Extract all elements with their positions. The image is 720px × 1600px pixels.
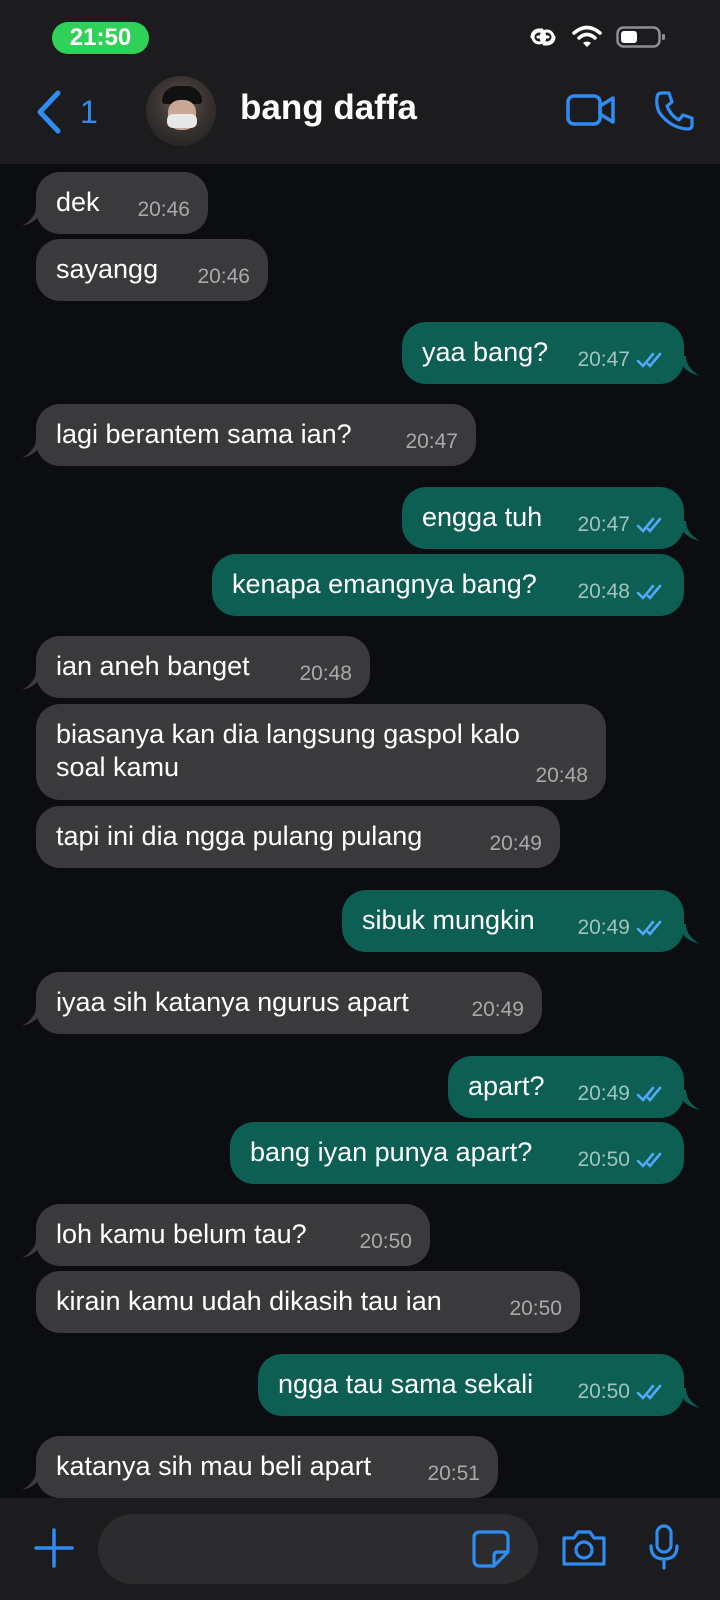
read-receipt-icon: [636, 352, 662, 368]
attach-button[interactable]: [34, 1528, 74, 1573]
message-time: 20:49: [577, 916, 630, 939]
composer-bar: [0, 1498, 720, 1600]
message-incoming[interactable]: tapi ini dia ngga pulang pulang 20:49: [36, 806, 560, 868]
message-incoming[interactable]: katanya sih mau beli apart 20:51: [22, 1436, 498, 1498]
voice-call-button[interactable]: [654, 90, 694, 137]
message-time: 20:46: [137, 198, 190, 221]
phone-icon: [655, 91, 694, 131]
message-time: 20:49: [489, 832, 542, 855]
chevron-left-icon: [37, 90, 61, 134]
message-text: kenapa emangnya bang?: [232, 569, 537, 599]
avatar[interactable]: [146, 76, 216, 146]
message-text: apart?: [468, 1071, 545, 1101]
message-time: 20:47: [405, 430, 458, 453]
message-outgoing[interactable]: bang iyan punya apart? 20:50: [230, 1122, 684, 1184]
message-text: lagi berantem sama ian?: [56, 419, 352, 449]
camera-button[interactable]: [560, 1528, 608, 1573]
status-time: 21:50: [52, 22, 149, 54]
microphone-icon: [649, 1524, 679, 1570]
message-time: 20:49: [471, 998, 524, 1021]
message-text: tapi ini dia ngga pulang pulang: [56, 821, 423, 851]
status-icons: [528, 22, 666, 52]
message-incoming[interactable]: biasanya kan dia langsung gaspol kalo so…: [36, 704, 606, 800]
message-incoming[interactable]: loh kamu belum tau? 20:50: [22, 1204, 430, 1266]
sticker-button[interactable]: [472, 1530, 510, 1573]
chat-header: 1 bang daffa: [0, 72, 720, 164]
message-time: 20:49: [577, 1082, 630, 1105]
status-bar: 21:50: [0, 0, 720, 72]
unread-count: 1: [80, 93, 98, 130]
message-text: yaa bang?: [422, 337, 549, 367]
read-receipt-icon: [636, 1086, 662, 1102]
message-outgoing[interactable]: engga tuh 20:47: [402, 487, 700, 549]
message-incoming[interactable]: sayangg 20:46: [36, 239, 268, 301]
message-outgoing[interactable]: yaa bang? 20:47: [402, 322, 700, 384]
read-receipt-icon: [636, 517, 662, 533]
message-incoming[interactable]: dek 20:46: [22, 172, 208, 234]
message-text: sibuk mungkin: [362, 905, 535, 935]
message-text: sayangg: [56, 254, 159, 284]
message-text: kirain kamu udah dikasih tau ian: [56, 1286, 442, 1316]
message-time: 20:47: [577, 513, 630, 536]
message-time: 20:50: [577, 1380, 630, 1403]
read-receipt-icon: [636, 920, 662, 936]
message-incoming[interactable]: kirain kamu udah dikasih tau ian 20:50: [36, 1271, 580, 1333]
message-time: 20:50: [359, 1230, 412, 1253]
contact-name[interactable]: bang daffa: [240, 88, 417, 128]
message-time: 20:48: [535, 764, 588, 787]
message-text: bang iyan punya apart?: [250, 1137, 533, 1167]
video-camera-icon: [566, 94, 615, 126]
message-time: 20:50: [509, 1297, 562, 1320]
read-receipt-icon: [636, 584, 662, 600]
battery-icon: [616, 26, 665, 48]
message-text: ian aneh banget: [56, 651, 250, 681]
message-text: biasanya kan dia langsung gaspol kalo so…: [56, 719, 528, 782]
message-time: 20:47: [577, 348, 630, 371]
message-outgoing[interactable]: sibuk mungkin 20:49: [342, 890, 700, 952]
voice-note-button[interactable]: [648, 1524, 680, 1575]
message-text: ngga tau sama sekali: [278, 1369, 534, 1399]
message-time: 20:48: [299, 662, 352, 685]
message-time: 20:46: [197, 265, 250, 288]
message-incoming[interactable]: ian aneh banget 20:48: [22, 636, 370, 698]
camera-icon: [562, 1530, 606, 1566]
message-text: iyaa sih katanya ngurus apart: [56, 987, 409, 1017]
message-outgoing[interactable]: apart? 20:49: [448, 1056, 700, 1118]
message-text: katanya sih mau beli apart: [56, 1451, 372, 1481]
message-text: loh kamu belum tau?: [56, 1219, 307, 1249]
message-incoming[interactable]: iyaa sih katanya ngurus apart 20:49: [22, 972, 542, 1034]
read-receipt-icon: [636, 1152, 662, 1168]
plus-icon: [34, 1528, 74, 1568]
message-text: engga tuh: [422, 502, 543, 532]
message-time: 20:51: [427, 1462, 480, 1485]
wifi-icon: [572, 25, 602, 47]
sticker-icon: [472, 1530, 510, 1568]
message-list[interactable]: dek 20:46 sayangg 20:46 yaa bang? 20:47 …: [0, 164, 720, 1498]
message-time: 20:48: [577, 580, 630, 603]
video-call-button[interactable]: [566, 92, 616, 133]
back-button[interactable]: 1: [36, 90, 98, 134]
link-icon: [530, 28, 556, 46]
message-time: 20:50: [577, 1148, 630, 1171]
message-incoming[interactable]: lagi berantem sama ian? 20:47: [22, 404, 476, 466]
message-text: dek: [56, 187, 100, 217]
message-outgoing[interactable]: ngga tau sama sekali 20:50: [258, 1354, 700, 1416]
message-outgoing[interactable]: kenapa emangnya bang? 20:48: [212, 554, 684, 616]
read-receipt-icon: [636, 1384, 662, 1400]
